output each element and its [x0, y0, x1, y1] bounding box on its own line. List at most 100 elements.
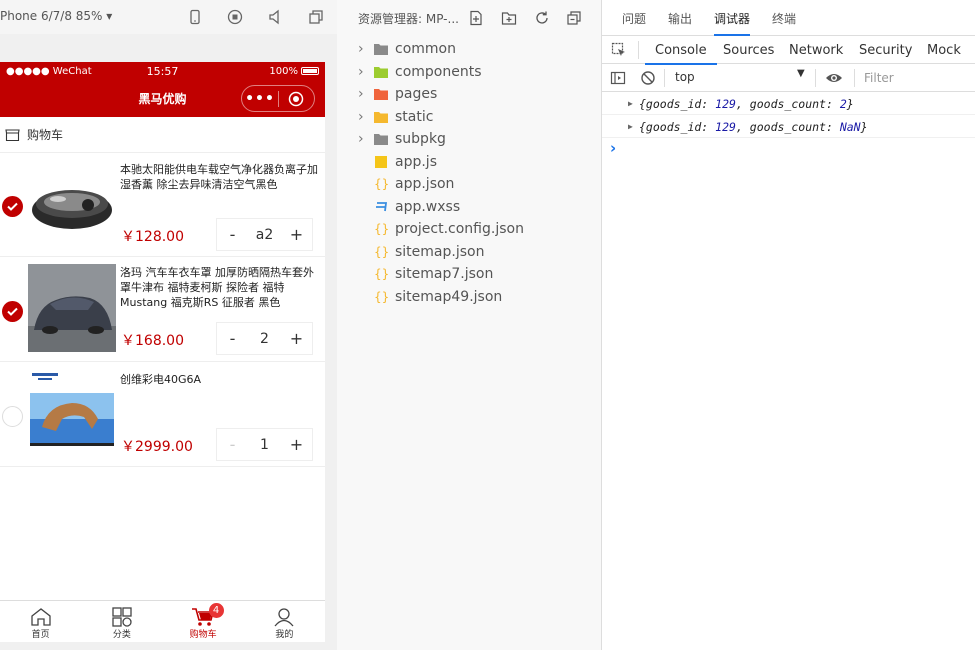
minus-button[interactable]: - — [217, 225, 248, 244]
toolbar-divider — [638, 41, 639, 59]
simulator-panel: Phone 6/7/8 85% ▾ ●●●●● WeChat 15:57 100… — [0, 0, 337, 650]
tree-item-sitemap[interactable]: {} sitemap.json — [337, 241, 601, 263]
expand-triangle-icon[interactable]: ▶ — [628, 99, 633, 108]
product-name: 创维彩电40G6A — [120, 373, 202, 386]
plus-button[interactable]: + — [281, 329, 312, 348]
nav-bar: 黑马优购 ••• — [0, 80, 325, 117]
close-mini-program-icon[interactable] — [288, 91, 304, 107]
context-selector[interactable]: top — [675, 70, 695, 84]
tree-item-label: app.json — [395, 176, 455, 192]
tree-item-components[interactable]: › components — [337, 61, 601, 83]
device-selector[interactable]: Phone 6/7/8 85% ▾ — [0, 9, 112, 23]
new-file-icon[interactable] — [468, 10, 484, 26]
product-image[interactable] — [28, 264, 116, 352]
cart-item: 本驰太阳能供电车载空气净化器负离子加湿香薰 除尘去异味清洁空气黑色 ￥128.0… — [0, 153, 325, 257]
toolbar-divider — [854, 69, 855, 87]
devtools-panel-tabs: Console Sources Network Security Mock — [602, 36, 975, 65]
volume-icon[interactable] — [267, 9, 283, 25]
tree-item-label: sitemap.json — [395, 244, 485, 260]
phone-icon[interactable] — [187, 9, 203, 25]
tab-cart[interactable]: 4 购物车 — [163, 601, 244, 642]
sidebar-toggle-icon[interactable] — [610, 70, 626, 86]
tree-item-static[interactable]: › static — [337, 106, 601, 128]
folder-icon — [374, 89, 388, 100]
tree-item-sitemap7[interactable]: {} sitemap7.json — [337, 263, 601, 285]
tree-item-app-js[interactable]: app.js — [337, 151, 601, 173]
console-toolbar: top ▼ Filter — [602, 64, 975, 92]
product-image[interactable] — [28, 369, 116, 457]
refresh-icon[interactable] — [534, 10, 550, 26]
shop-icon — [5, 128, 20, 141]
item-checkbox[interactable] — [2, 406, 23, 427]
plus-button[interactable]: + — [281, 225, 312, 244]
tab-console[interactable]: Console — [645, 36, 717, 65]
log-text: } — [860, 119, 868, 134]
json-file-icon: {} — [374, 177, 390, 191]
log-text: } — [846, 96, 854, 111]
quantity-stepper: - 2 + — [216, 322, 313, 355]
tree-item-common[interactable]: › common — [337, 38, 601, 60]
tab-security[interactable]: Security — [859, 36, 912, 64]
chevron-down-icon[interactable]: ▼ — [797, 68, 805, 79]
inspect-element-icon[interactable] — [611, 42, 627, 58]
devtools-panel: 问题 输出 调试器 终端 Console Sources Network Sec… — [601, 0, 975, 650]
tree-item-pages[interactable]: › pages — [337, 83, 601, 105]
tree-item-subpkg[interactable]: › subpkg — [337, 128, 601, 150]
cart-header: 购物车 — [0, 117, 325, 153]
eye-icon[interactable] — [825, 70, 843, 86]
tab-debugger[interactable]: 调试器 — [714, 0, 751, 36]
tab-sources[interactable]: Sources — [723, 36, 774, 64]
tab-output[interactable]: 输出 — [668, 0, 692, 36]
tab-problems[interactable]: 问题 — [622, 0, 646, 36]
product-price: ￥128.00 — [121, 229, 184, 245]
tree-item-project-config[interactable]: {} project.config.json — [337, 218, 601, 240]
console-log-entry[interactable]: ▶ {goods_id: 129, goods_count: 2} — [602, 93, 975, 115]
log-text: {goods_id: — [639, 96, 716, 111]
tab-mock[interactable]: Mock — [927, 36, 961, 64]
cart-item: 洛玛 汽车车衣车罩 加厚防晒隔热车套外罩牛津布 福特麦柯斯 探险者 福特Must… — [0, 258, 325, 362]
tab-my[interactable]: 我的 — [244, 601, 325, 642]
tab-category[interactable]: 分类 — [81, 601, 162, 642]
home-icon — [30, 608, 51, 626]
more-icon[interactable]: ••• — [242, 92, 278, 106]
tab-network[interactable]: Network — [789, 36, 843, 64]
file-explorer: 资源管理器: MP-... › common › components › pages… — [337, 0, 601, 650]
filter-input[interactable]: Filter — [864, 71, 894, 85]
quantity-input[interactable]: 2 — [248, 331, 281, 347]
tab-label: 我的 — [275, 630, 294, 640]
plus-button[interactable]: + — [281, 435, 312, 454]
tree-item-app-wxss[interactable]: app.wxss — [337, 196, 601, 218]
item-checkbox[interactable] — [2, 196, 23, 217]
minus-button[interactable]: - — [217, 435, 248, 454]
tab-terminal[interactable]: 终端 — [772, 0, 796, 36]
battery-icon — [301, 67, 319, 75]
console-log-entry[interactable]: ▶ {goods_id: 129, goods_count: NaN} — [602, 116, 975, 138]
minus-button[interactable]: - — [217, 329, 248, 348]
record-icon[interactable] — [227, 9, 243, 25]
tree-item-app-json[interactable]: {} app.json — [337, 173, 601, 195]
tree-item-sitemap49[interactable]: {} sitemap49.json — [337, 286, 601, 308]
log-value: 129 — [715, 119, 736, 134]
quantity-stepper: - a2 + — [216, 218, 313, 251]
item-checkbox[interactable] — [2, 301, 23, 322]
tree-item-label: common — [395, 41, 456, 57]
tab-home[interactable]: 首页 — [0, 601, 81, 642]
product-image[interactable] — [28, 159, 116, 247]
tree-item-label: project.config.json — [395, 221, 524, 237]
quantity-input[interactable]: a2 — [248, 227, 281, 243]
expand-triangle-icon[interactable]: ▶ — [628, 122, 633, 131]
menu-capsule[interactable]: ••• — [241, 85, 315, 112]
tab-label: 分类 — [112, 630, 131, 640]
tab-label: 首页 — [31, 630, 50, 640]
explorer-title: 资源管理器: MP-... — [358, 11, 459, 26]
devtools-top-tabs: 问题 输出 调试器 终端 — [602, 0, 975, 36]
console-prompt[interactable]: › — [610, 139, 616, 157]
collapse-all-icon[interactable] — [566, 10, 582, 26]
new-folder-icon[interactable] — [501, 10, 517, 26]
cart-title: 购物车 — [27, 128, 64, 142]
quantity-input[interactable]: 1 — [248, 437, 281, 453]
folder-icon — [374, 112, 388, 123]
multi-window-icon[interactable] — [308, 9, 324, 25]
js-file-icon — [375, 156, 387, 168]
clear-console-icon[interactable] — [640, 70, 656, 86]
